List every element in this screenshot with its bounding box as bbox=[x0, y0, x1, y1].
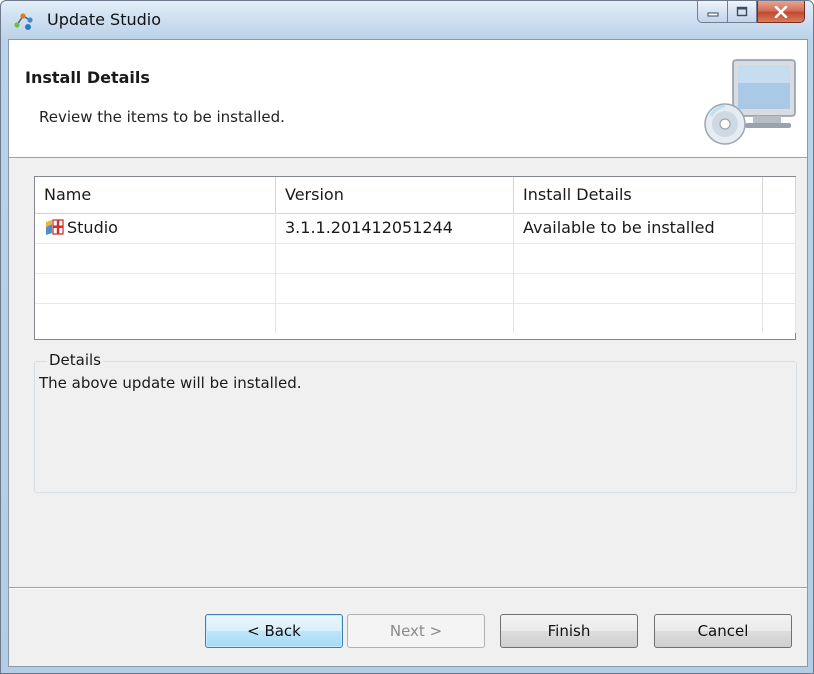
wizard-header: Install Details Review the items to be i… bbox=[9, 40, 807, 158]
update-studio-window: Update Studio Install Details Review the… bbox=[0, 0, 814, 674]
empty-cell bbox=[514, 273, 763, 303]
dialog-client-area: Install Details Review the items to be i… bbox=[8, 39, 808, 667]
column-header-version[interactable]: Version bbox=[276, 177, 514, 213]
page-title: Install Details bbox=[25, 68, 150, 87]
row-version-cell: 3.1.1.201412051244 bbox=[276, 213, 514, 243]
finish-button[interactable]: Finish bbox=[500, 614, 638, 648]
table-row[interactable]: Studio 3.1.1.201412051244 Available to b… bbox=[35, 213, 796, 244]
feature-package-icon bbox=[46, 219, 64, 235]
empty-table-row bbox=[35, 243, 796, 274]
empty-cell bbox=[276, 303, 514, 333]
empty-cell bbox=[514, 243, 763, 273]
back-button[interactable]: < Back bbox=[205, 614, 343, 648]
table-header-row: Name Version Install Details bbox=[35, 177, 796, 214]
row-name-cell: Studio bbox=[35, 213, 276, 243]
empty-cell bbox=[276, 273, 514, 303]
next-button[interactable]: Next > bbox=[347, 614, 485, 648]
empty-cell bbox=[35, 303, 276, 333]
empty-table-row bbox=[35, 273, 796, 304]
empty-cell bbox=[763, 243, 796, 273]
empty-cell bbox=[276, 243, 514, 273]
column-header-install-details[interactable]: Install Details bbox=[514, 177, 763, 213]
column-header-filler bbox=[763, 177, 796, 213]
button-bar-separator bbox=[9, 587, 807, 589]
maximize-icon bbox=[736, 6, 748, 17]
close-button[interactable] bbox=[757, 1, 805, 23]
close-icon bbox=[774, 5, 788, 18]
maximize-button[interactable] bbox=[727, 1, 757, 23]
empty-cell bbox=[35, 273, 276, 303]
row-details-cell: Available to be installed bbox=[514, 213, 763, 243]
details-text: The above update will be installed. bbox=[39, 374, 302, 392]
page-description: Review the items to be installed. bbox=[39, 108, 285, 126]
minimize-icon bbox=[707, 12, 718, 16]
row-filler-cell bbox=[763, 213, 796, 243]
empty-cell bbox=[763, 303, 796, 333]
minimize-button[interactable] bbox=[697, 1, 727, 23]
install-items-table[interactable]: Name Version Install Details Studio 3.1.… bbox=[34, 176, 796, 340]
empty-cell bbox=[35, 243, 276, 273]
empty-cell bbox=[763, 273, 796, 303]
window-controls bbox=[697, 1, 805, 23]
empty-table-row bbox=[35, 303, 796, 333]
row-name-label: Studio bbox=[67, 218, 118, 237]
window-title: Update Studio bbox=[47, 10, 161, 29]
column-header-name[interactable]: Name bbox=[35, 177, 276, 213]
cancel-button[interactable]: Cancel bbox=[654, 614, 792, 648]
details-group-label: Details bbox=[47, 351, 104, 369]
computer-cd-icon bbox=[704, 59, 796, 145]
update-studio-app-icon bbox=[14, 13, 33, 30]
empty-cell bbox=[514, 303, 763, 333]
title-bar[interactable]: Update Studio bbox=[1, 1, 813, 39]
